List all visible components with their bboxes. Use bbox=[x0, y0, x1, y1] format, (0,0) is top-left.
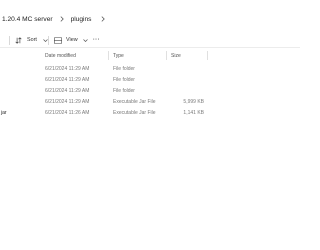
breadcrumb-item-plugins[interactable]: plugins bbox=[69, 16, 94, 23]
file-date: 6/21/2024 11:29 AM bbox=[45, 76, 90, 83]
file-size bbox=[171, 85, 204, 96]
column-header-size[interactable]: Size bbox=[171, 51, 181, 60]
command-bar: Sort View ··· bbox=[0, 33, 300, 48]
file-explorer-window: 1.20.4 MC server plugins Sort View ··· D… bbox=[0, 0, 300, 250]
file-date: 6/21/2024 11:29 AM bbox=[45, 87, 90, 94]
column-resize-handle[interactable] bbox=[166, 51, 167, 60]
file-date: 6/21/2024 11:29 AM bbox=[45, 98, 90, 105]
chevron-right-icon[interactable] bbox=[100, 16, 106, 22]
sort-icon bbox=[15, 36, 22, 44]
file-type: File folder bbox=[113, 65, 135, 72]
toolbar-divider bbox=[9, 36, 10, 45]
file-type: Executable Jar File bbox=[113, 98, 156, 105]
empty-list-area[interactable] bbox=[0, 118, 300, 250]
table-row[interactable]: 6/21/2024 11:29 AM File folder bbox=[0, 85, 300, 96]
column-header-type[interactable]: Type bbox=[113, 51, 124, 60]
file-date: 6/21/2024 11:26 AM bbox=[45, 109, 90, 116]
toolbar-divider bbox=[48, 36, 49, 45]
chevron-down-icon bbox=[82, 38, 88, 43]
file-date: 6/21/2024 11:29 AM bbox=[45, 65, 90, 72]
file-name: jar bbox=[1, 109, 7, 116]
breadcrumb: 1.20.4 MC server plugins bbox=[0, 11, 110, 27]
view-button[interactable]: View bbox=[54, 34, 88, 46]
view-label: View bbox=[66, 37, 78, 43]
table-row[interactable]: jar 6/21/2024 11:26 AM Executable Jar Fi… bbox=[0, 107, 300, 118]
sort-label: Sort bbox=[27, 37, 37, 43]
column-header-date-modified[interactable]: Date modified bbox=[45, 51, 76, 60]
file-size: 5,999 KB bbox=[183, 98, 204, 105]
column-header-row: Date modified Type Size bbox=[0, 50, 300, 61]
more-options-button[interactable]: ··· bbox=[93, 34, 100, 46]
breadcrumb-item-server[interactable]: 1.20.4 MC server bbox=[0, 16, 55, 23]
table-row[interactable]: 6/21/2024 11:29 AM File folder bbox=[0, 74, 300, 85]
file-size bbox=[171, 74, 204, 85]
table-row[interactable]: 6/21/2024 11:29 AM Executable Jar File 5… bbox=[0, 96, 300, 107]
sort-button[interactable]: Sort bbox=[15, 34, 48, 46]
address-bar[interactable]: 1.20.4 MC server plugins bbox=[0, 0, 300, 33]
column-resize-handle[interactable] bbox=[207, 51, 208, 60]
file-type: Executable Jar File bbox=[113, 109, 156, 116]
file-size bbox=[171, 63, 204, 74]
file-type: File folder bbox=[113, 87, 135, 94]
file-size: 1,141 KB bbox=[183, 109, 204, 116]
table-row[interactable]: 6/21/2024 11:29 AM File folder bbox=[0, 63, 300, 74]
view-icon bbox=[54, 36, 62, 44]
file-type: File folder bbox=[113, 76, 135, 83]
chevron-right-icon[interactable] bbox=[59, 16, 65, 22]
column-resize-handle[interactable] bbox=[108, 51, 109, 60]
